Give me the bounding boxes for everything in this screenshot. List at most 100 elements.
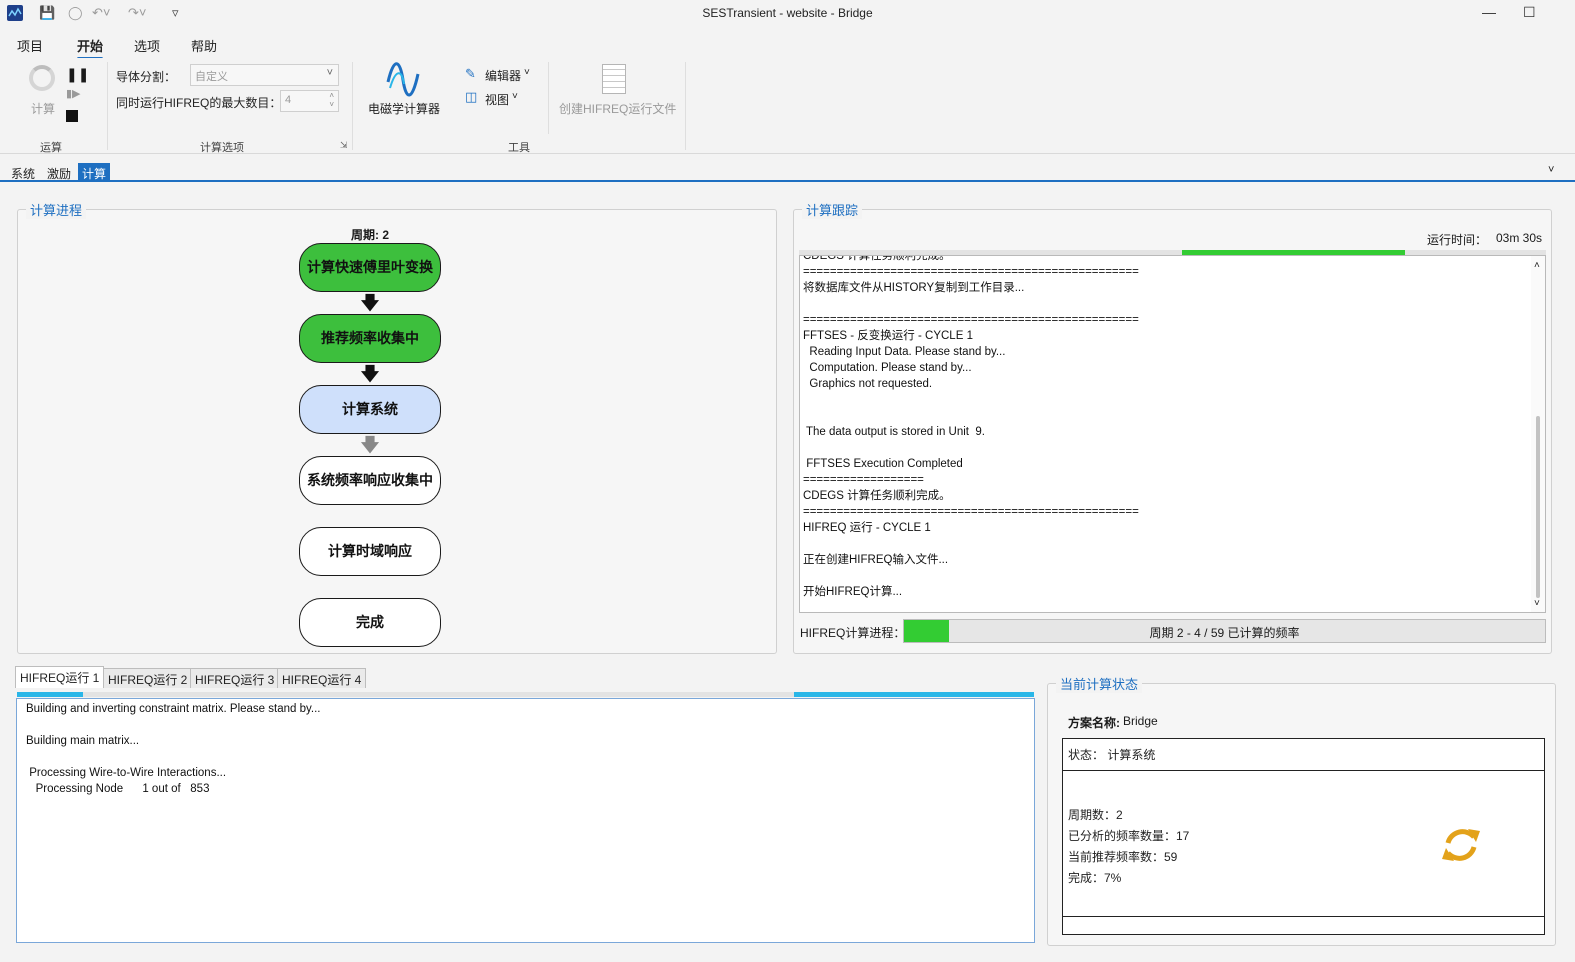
trace-panel-title: 计算跟踪 <box>802 200 863 219</box>
minimize-icon[interactable]: — <box>1482 4 1496 20</box>
trace-log-line: CDEGS 计算任务顺利完成。 <box>803 255 951 262</box>
trace-log-line: ========================================… <box>803 314 1139 326</box>
status-analyzed: 已分析的频率数量：17 <box>1068 829 1190 843</box>
trace-log-line: ========================================… <box>803 506 1139 518</box>
stepper-arrows-icon[interactable]: ˄ ˅ <box>329 91 334 109</box>
maximize-icon[interactable]: ☐ <box>1523 4 1536 21</box>
trace-log-line: CDEGS 计算任务顺利完成。 <box>803 490 951 502</box>
max-runs-stepper[interactable]: 4 ˄ ˅ <box>280 90 339 112</box>
trace-log-line: Graphics not requested. <box>803 378 933 390</box>
status-state: 状态： 计算系统 <box>1068 748 1156 762</box>
window-title: SESTransient - website - Bridge <box>702 6 873 20</box>
view-button[interactable]: 视图 <box>485 91 509 108</box>
tab-compute[interactable]: 计算 <box>78 163 111 182</box>
em-calculator-button[interactable]: 电磁学计算器 <box>368 100 440 117</box>
menu-help[interactable]: 帮助 <box>191 36 217 55</box>
run-log-line: Processing Node 1 out of 853 <box>26 783 210 795</box>
status-complete: 完成：7% <box>1068 871 1122 885</box>
trace-log-line: Reading Input Data. Please stand by... <box>803 346 1006 358</box>
status-recommended: 当前推荐频率数：59 <box>1068 850 1178 864</box>
trace-log-line <box>803 296 1139 312</box>
trace-log-line <box>803 568 1139 584</box>
progress-panel-title: 计算进程 <box>26 200 87 219</box>
tab-hifreq-run-4[interactable]: HIFREQ运行 4 <box>277 668 367 688</box>
em-calculator-icon <box>386 62 420 98</box>
status-panel-title: 当前计算状态 <box>1056 674 1143 693</box>
hifreq-progress-label: HIFREQ计算进程： <box>800 626 906 640</box>
tab-hifreq-run-1[interactable]: HIFREQ运行 1 <box>15 666 105 688</box>
trace-log-line: FFTSES - 反变换运行 - CYCLE 1 <box>803 330 973 342</box>
step-time-response: 计算时域响应 <box>299 527 441 576</box>
trace-log-line: 将数据库文件从HISTORY复制到工作目录... <box>803 282 1025 294</box>
step-icon[interactable]: ▮▶ <box>66 87 81 100</box>
tab-hifreq-run-3[interactable]: HIFREQ运行 3 <box>190 668 280 688</box>
menu-start[interactable]: 开始 <box>77 36 104 60</box>
cycle-label: 周期: 2 <box>351 228 390 242</box>
editor-button[interactable]: 编辑器 <box>485 67 521 84</box>
runtime-value: 03m 30s <box>1496 231 1543 245</box>
trace-log-line: 正在创建HIFREQ输入文件... <box>803 554 949 566</box>
pause-icon[interactable]: ❚❚ <box>66 66 89 83</box>
step-fft: 计算快速傅里叶变换 <box>299 243 441 292</box>
trace-log-line: HIFREQ 运行 - CYCLE 1 <box>803 522 931 534</box>
chevron-down-icon: ˅ <box>326 67 333 79</box>
trace-log-line: The data output is stored in Unit 9. <box>803 426 985 438</box>
compute-spinner-icon[interactable] <box>29 65 55 91</box>
scheme-label: 方案名称: <box>1068 716 1120 730</box>
sync-icon <box>1440 819 1482 871</box>
hifreq-progress-bar: 周期 2 - 4 / 59 已计算的频率 <box>903 619 1546 643</box>
chevron-down-icon: ˅ <box>524 67 530 78</box>
compute-button[interactable]: 计算 <box>31 100 55 117</box>
max-runs-label: 同时运行HIFREQ的最大数目： <box>116 96 282 110</box>
view-icon: ◫ <box>465 89 478 104</box>
scroll-up-icon[interactable]: ˄ <box>1534 258 1540 274</box>
page-tab-strip: 系统 激励 计算 ˅ <box>0 160 1575 182</box>
trace-log-line: Computation. Please stand by... <box>803 362 972 374</box>
runtime-label: 运行时间： <box>1427 233 1488 247</box>
step-recommend-freq: 推荐频率收集中 <box>299 314 441 363</box>
menu-bar: 项目 开始 选项 帮助 <box>0 32 1575 60</box>
stop-icon[interactable] <box>66 110 78 122</box>
trace-log-line <box>803 408 1139 424</box>
editor-icon: ✎ <box>465 66 476 81</box>
trace-log-line <box>803 536 1139 552</box>
run-log-line <box>26 749 320 765</box>
tab-system[interactable]: 系统 <box>7 163 39 182</box>
create-hifreq-button[interactable]: 创建HIFREQ运行文件 <box>559 100 676 117</box>
tab-hifreq-run-2[interactable]: HIFREQ运行 2 <box>103 668 193 688</box>
dialog-launcher-icon[interactable]: ⇲ <box>340 140 348 151</box>
arrow-down-icon: 🡇 <box>360 435 380 455</box>
run-log-line: Building main matrix... <box>26 735 140 747</box>
run-log-line <box>26 717 320 733</box>
scheme-value: Bridge <box>1123 714 1158 728</box>
run-log: Building and inverting constraint matrix… <box>16 698 1035 943</box>
run-log-line: Building and inverting constraint matrix… <box>26 703 321 715</box>
trace-log-line: ========================================… <box>803 266 1139 278</box>
trace-log-line <box>803 392 1139 408</box>
log-scrollbar[interactable]: ˄ ˅ <box>1531 256 1545 612</box>
tab-excitation[interactable]: 激励 <box>43 163 75 182</box>
run-log-line: Processing Wire-to-Wire Interactions... <box>26 767 227 779</box>
options-group-label: 计算选项 <box>200 142 244 154</box>
status-cycles: 周期数：2 <box>1068 808 1123 822</box>
scroll-down-icon[interactable]: ˅ <box>1534 596 1540 612</box>
run-activity-bar <box>17 692 1034 697</box>
ribbon: 计算 ❚❚ ▮▶ 运算 导体分割： 自定义 ˅ 同时运行HIFREQ的最大数目：… <box>0 58 1575 154</box>
step-complete: 完成 <box>299 598 441 647</box>
trace-log-line: ================== <box>803 474 924 486</box>
step-freq-response: 系统频率响应收集中 <box>299 456 441 505</box>
trace-log-line: 开始HIFREQ计算... <box>803 586 903 598</box>
arrow-down-icon: 🡇 <box>360 293 380 313</box>
trace-log-line: FFTSES Execution Completed <box>803 458 963 470</box>
title-bar: 💾 ◯ ↶˅ ↷˅ ▿ SESTransient - website - Bri… <box>0 0 1575 28</box>
conductor-split-select[interactable]: 自定义 ˅ <box>190 64 339 86</box>
hifreq-progress-text: 周期 2 - 4 / 59 已计算的频率 <box>1149 626 1300 640</box>
trace-log: CDEGS 计算任务顺利完成。 =========================… <box>799 255 1546 613</box>
scroll-thumb[interactable] <box>1536 416 1540 598</box>
trace-log-line <box>803 440 1139 456</box>
step-compute-system: 计算系统 <box>299 385 441 434</box>
menu-project[interactable]: 项目 <box>17 36 43 55</box>
grid-file-icon <box>602 64 626 94</box>
menu-options[interactable]: 选项 <box>134 36 160 55</box>
collapse-ribbon-icon[interactable]: ˅ <box>1548 164 1554 176</box>
